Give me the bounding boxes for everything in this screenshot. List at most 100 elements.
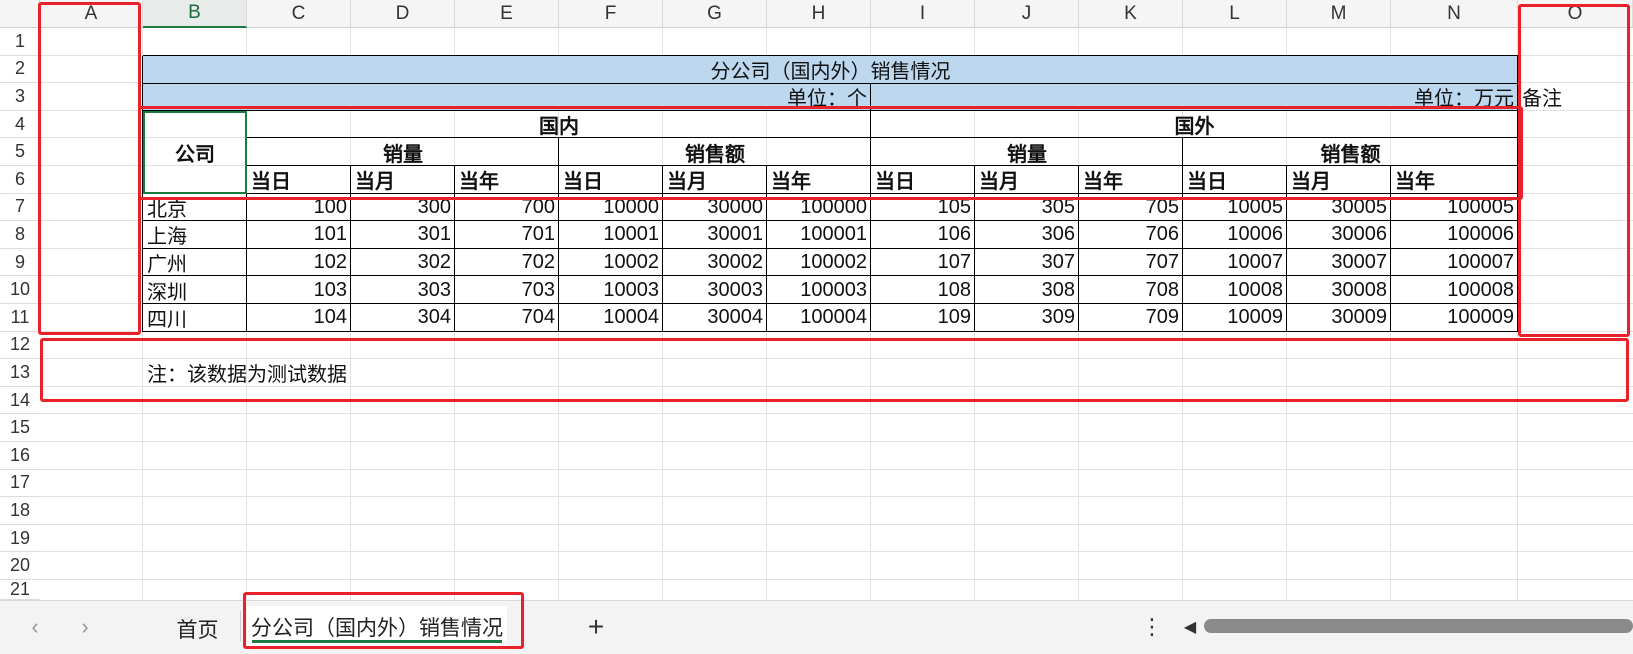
company-name-cell[interactable]: 广州 [143,249,247,277]
column-header-m[interactable]: M [1287,0,1391,28]
column-header-b[interactable]: B [143,0,247,28]
data-cell[interactable]: 100001 [767,221,871,249]
data-cell[interactable]: 302 [351,249,455,277]
data-cell[interactable]: 708 [1079,276,1183,304]
data-cell[interactable]: 702 [455,249,559,277]
data-cell[interactable]: 30009 [1287,304,1391,332]
data-cell[interactable]: 306 [975,221,1079,249]
row-header-1[interactable]: 1 [0,28,40,56]
data-cell[interactable]: 307 [975,249,1079,277]
data-cell[interactable]: 102 [247,249,351,277]
data-cell[interactable]: 109 [871,304,975,332]
column-header-j[interactable]: J [975,0,1079,28]
row-header-14[interactable]: 14 [0,386,40,415]
data-cell[interactable]: 10006 [1183,221,1287,249]
column-header-h[interactable]: H [767,0,871,28]
row-header-10[interactable]: 10 [0,276,40,304]
data-cell[interactable]: 707 [1079,249,1183,277]
data-cell[interactable]: 107 [871,249,975,277]
row-header-13[interactable]: 13 [0,359,40,387]
add-sheet-icon[interactable]: + [580,607,612,647]
prev-sheet-icon[interactable]: ‹ [20,609,50,645]
company-name-cell[interactable]: 四川 [143,304,247,332]
data-cell[interactable]: 304 [351,304,455,332]
data-cell[interactable]: 100002 [767,249,871,277]
data-cell[interactable]: 10001 [559,221,663,249]
column-header-d[interactable]: D [351,0,455,28]
data-cell[interactable]: 10002 [559,249,663,277]
column-header-g[interactable]: G [663,0,767,28]
company-name-cell[interactable]: 上海 [143,221,247,249]
row-header-18[interactable]: 18 [0,497,40,525]
data-cell[interactable]: 10004 [559,304,663,332]
row-header-17[interactable]: 17 [0,469,40,498]
data-cell[interactable]: 706 [1079,221,1183,249]
grid-line-row [40,579,1633,580]
row-header-6[interactable]: 6 [0,166,40,194]
data-cell[interactable]: 30001 [663,221,767,249]
data-cell[interactable]: 30003 [663,276,767,304]
highlight-active-tab [243,592,524,649]
data-cell[interactable]: 103 [247,276,351,304]
data-cell[interactable]: 10008 [1183,276,1287,304]
column-header-c[interactable]: C [247,0,351,28]
highlight-note-rows [40,338,1629,402]
row-header-5[interactable]: 5 [0,138,40,166]
horizontal-scrollbar[interactable] [1204,619,1633,633]
column-header-i[interactable]: I [871,0,975,28]
next-sheet-icon[interactable]: › [70,609,100,645]
data-cell[interactable]: 30006 [1287,221,1391,249]
data-cell[interactable]: 701 [455,221,559,249]
data-cell[interactable]: 308 [975,276,1079,304]
column-header-n[interactable]: N [1391,0,1518,28]
data-cell[interactable]: 100004 [767,304,871,332]
highlight-column-a [38,2,141,335]
data-cell[interactable]: 30008 [1287,276,1391,304]
column-header-k[interactable]: K [1079,0,1183,28]
column-header-l[interactable]: L [1183,0,1287,28]
column-header-f[interactable]: F [559,0,663,28]
row-header-21[interactable]: 21 [0,579,40,600]
data-cell[interactable]: 303 [351,276,455,304]
row-header-3[interactable]: 3 [0,83,40,111]
table-border [143,82,1518,84]
data-cell[interactable]: 10009 [1183,304,1287,332]
data-cell[interactable]: 108 [871,276,975,304]
highlight-column-o [1518,4,1630,337]
row-header-16[interactable]: 16 [0,442,40,470]
select-all-corner[interactable] [0,0,40,28]
data-cell[interactable]: 301 [351,221,455,249]
data-cell[interactable]: 100006 [1391,221,1518,249]
data-cell[interactable]: 100009 [1391,304,1518,332]
more-options-icon[interactable]: ⋮ [1141,609,1163,645]
row-header-20[interactable]: 20 [0,552,40,580]
company-name-cell[interactable]: 深圳 [143,276,247,304]
data-cell[interactable]: 104 [247,304,351,332]
row-header-9[interactable]: 9 [0,248,40,277]
scroll-left-icon[interactable]: ◀ [1180,611,1200,643]
data-cell[interactable]: 30007 [1287,249,1391,277]
tab-home[interactable]: 首页 [160,609,235,649]
data-cell[interactable]: 106 [871,221,975,249]
data-cell[interactable]: 100003 [767,276,871,304]
data-cell[interactable]: 100008 [1391,276,1518,304]
data-cell[interactable]: 309 [975,304,1079,332]
data-cell[interactable]: 100007 [1391,249,1518,277]
row-header-2[interactable]: 2 [0,55,40,84]
row-header-12[interactable]: 12 [0,331,40,360]
row-header-8[interactable]: 8 [0,221,40,249]
row-header-4[interactable]: 4 [0,110,40,139]
row-header-19[interactable]: 19 [0,524,40,553]
data-cell[interactable]: 704 [455,304,559,332]
data-cell[interactable]: 10007 [1183,249,1287,277]
data-cell[interactable]: 101 [247,221,351,249]
data-cell[interactable]: 30002 [663,249,767,277]
row-header-7[interactable]: 7 [0,193,40,222]
data-cell[interactable]: 30004 [663,304,767,332]
row-header-15[interactable]: 15 [0,414,40,442]
row-header-11[interactable]: 11 [0,304,40,332]
data-cell[interactable]: 703 [455,276,559,304]
data-cell[interactable]: 10003 [559,276,663,304]
column-header-e[interactable]: E [455,0,559,28]
data-cell[interactable]: 709 [1079,304,1183,332]
